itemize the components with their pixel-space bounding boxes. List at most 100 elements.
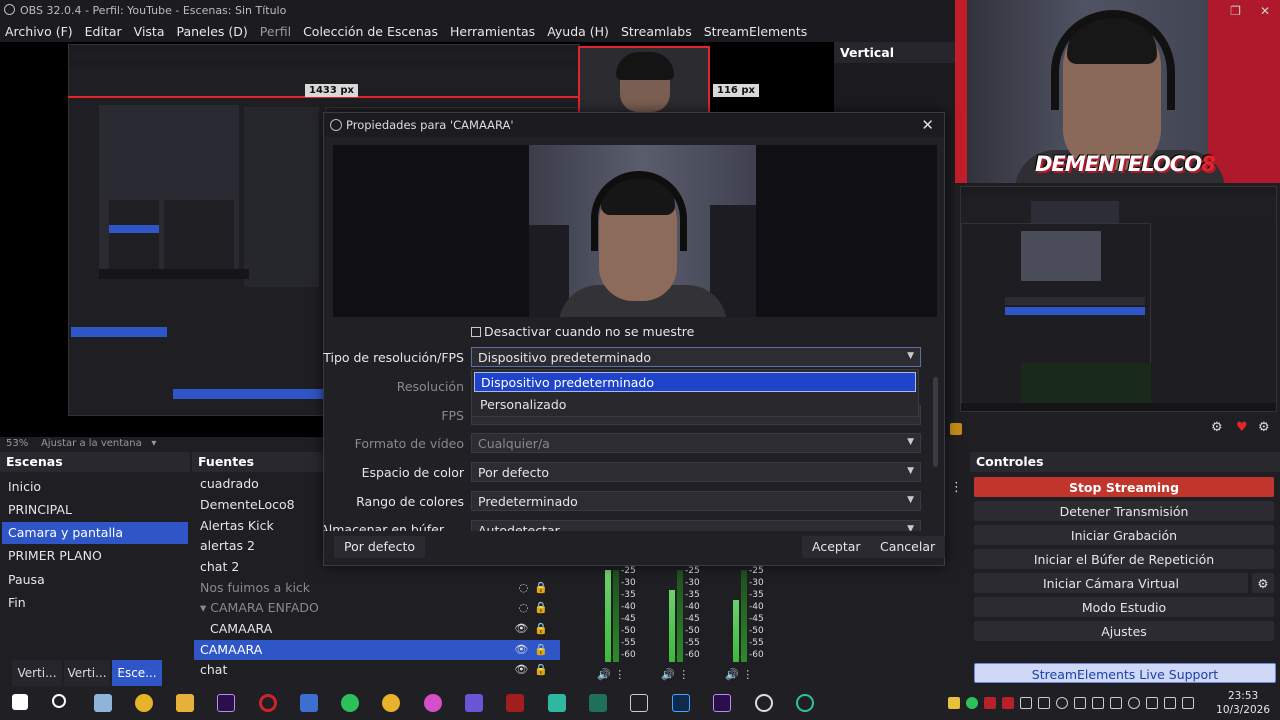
tab-vertical-1[interactable]: Verti...	[12, 660, 62, 686]
source-group-item[interactable]: ▾ CAMARA ENFADO ◌🔒	[194, 598, 560, 618]
scene-item[interactable]: Inicio	[2, 476, 188, 498]
tray-icon[interactable]	[1056, 697, 1068, 709]
heart-icon[interactable]: ♥	[1236, 420, 1248, 435]
scene-item[interactable]: PRINCIPAL	[2, 499, 188, 521]
app-icon[interactable]	[548, 694, 566, 712]
speaker-icon[interactable]: 🔊 ⋮	[725, 668, 753, 681]
folder-icon[interactable]	[950, 423, 962, 435]
selected-source-box[interactable]	[578, 46, 710, 114]
tray-icon[interactable]	[1146, 697, 1158, 709]
calculator-icon[interactable]	[300, 694, 318, 712]
windows-start-icon[interactable]	[12, 694, 28, 710]
tray-icon[interactable]	[1002, 697, 1014, 709]
settings-button[interactable]: Ajustes	[974, 621, 1274, 641]
app-icon[interactable]	[424, 694, 442, 712]
tab-scenes[interactable]: Esce...	[112, 660, 162, 686]
close-icon[interactable]: ✕	[921, 116, 934, 134]
menu-coleccion-escenas[interactable]: Colección de Escenas	[303, 24, 438, 39]
tray-icon[interactable]	[1092, 697, 1104, 709]
accept-button[interactable]: Aceptar	[802, 536, 871, 558]
chevron-down-icon[interactable]: ▾	[145, 438, 156, 449]
scene-item[interactable]: PRIMER PLANO	[2, 545, 188, 567]
tray-icon[interactable]	[1164, 697, 1176, 709]
scene-item[interactable]: Fin	[2, 592, 188, 614]
streamelements-support-button[interactable]: StreamElements Live Support	[974, 663, 1276, 683]
dropdown-option-custom[interactable]: Personalizado	[474, 395, 916, 415]
search-icon[interactable]	[52, 694, 66, 708]
folder-icon[interactable]	[176, 694, 194, 712]
source-item[interactable]: CAMAARA 👁🔒	[194, 619, 560, 639]
eye-lock-icons[interactable]: 👁🔒	[514, 622, 554, 635]
visibility-lock-icons[interactable]: ◌🔒	[519, 601, 554, 614]
photoshop-icon[interactable]	[672, 694, 690, 712]
dropdown-option-default[interactable]: Dispositivo predeterminado	[474, 372, 916, 392]
tray-icon[interactable]	[1128, 697, 1140, 709]
stop-broadcast-button[interactable]: Detener Transmisión	[974, 501, 1274, 521]
start-virtual-camera-button[interactable]: Iniciar Cámara Virtual	[974, 573, 1248, 593]
app-icon[interactable]	[465, 694, 483, 712]
app-icon[interactable]	[796, 694, 814, 712]
cancel-button[interactable]: Cancelar	[870, 536, 946, 558]
premiere-icon[interactable]	[217, 694, 235, 712]
obs-icon[interactable]	[755, 694, 773, 712]
app-icon[interactable]	[94, 694, 112, 712]
tray-icon[interactable]	[1038, 697, 1050, 709]
app-icon[interactable]	[589, 694, 607, 712]
menu-streamelements[interactable]: StreamElements	[704, 24, 808, 39]
speaker-icon[interactable]: 🔊 ⋮	[661, 668, 689, 681]
premiere-icon[interactable]	[713, 694, 731, 712]
dialog-scrollbar[interactable]	[933, 377, 938, 467]
chrome-icon[interactable]	[135, 694, 153, 712]
menu-herramientas[interactable]: Herramientas	[450, 24, 535, 39]
taskbar-clock[interactable]: 23:53 10/3/2026	[1216, 689, 1270, 717]
source-item[interactable]: chat 👁🔒	[194, 660, 560, 680]
start-replay-buffer-button[interactable]: Iniciar el Búfer de Repetición	[974, 549, 1274, 569]
more-options-icon[interactable]: ⋮	[950, 480, 963, 495]
zoom-fit-label[interactable]: Ajustar a la ventana	[41, 438, 142, 449]
settings-gear-icon[interactable]: ⚙	[1211, 420, 1223, 435]
visibility-lock-icons[interactable]: ◌🔒	[519, 581, 554, 594]
tray-icon[interactable]	[1182, 697, 1194, 709]
tray-icon[interactable]	[1074, 697, 1086, 709]
video-format-select[interactable]: Cualquier/a ▼	[471, 433, 921, 453]
menu-editar[interactable]: Editar	[85, 24, 122, 39]
tray-icon[interactable]	[966, 697, 978, 709]
menu-perfil[interactable]: Perfil	[260, 24, 291, 39]
speaker-icon[interactable]: 🔊 ⋮	[597, 668, 625, 681]
tray-icon[interactable]	[984, 697, 996, 709]
eye-lock-icons[interactable]: 👁🔒	[514, 643, 554, 656]
defaults-button[interactable]: Por defecto	[334, 536, 425, 558]
zoom-percent[interactable]: 53%	[6, 438, 28, 449]
source-item-hidden[interactable]: Nos fuimos a kick ◌🔒	[194, 578, 560, 598]
start-recording-button[interactable]: Iniciar Grabación	[974, 525, 1274, 545]
eye-lock-icons[interactable]: 👁🔒	[514, 663, 554, 676]
whatsapp-icon[interactable]	[341, 694, 359, 712]
opera-icon[interactable]	[259, 694, 277, 712]
maximize-icon[interactable]: ❐	[1230, 4, 1241, 18]
studio-mode-button[interactable]: Modo Estudio	[974, 597, 1274, 617]
stop-streaming-button[interactable]: Stop Streaming	[974, 477, 1274, 497]
menu-archivo[interactable]: Archivo (F)	[5, 24, 73, 39]
chevron-down-icon[interactable]: ▾	[200, 600, 210, 615]
menu-vista[interactable]: Vista	[134, 24, 165, 39]
deactivate-checkbox[interactable]	[471, 327, 481, 337]
app-icon[interactable]	[506, 694, 524, 712]
menu-paneles[interactable]: Paneles (D)	[177, 24, 248, 39]
source-item-selected[interactable]: CAMAARA 👁🔒	[194, 640, 560, 660]
menu-ayuda[interactable]: Ayuda (H)	[547, 24, 609, 39]
virtual-camera-settings-icon[interactable]: ⚙	[1252, 573, 1274, 593]
scene-item-selected[interactable]: Camara y pantalla	[2, 522, 188, 544]
tab-vertical-2[interactable]: Verti...	[64, 660, 110, 686]
menu-streamlabs[interactable]: Streamlabs	[621, 24, 692, 39]
res-type-select[interactable]: Dispositivo predeterminado ▼	[471, 347, 921, 367]
app-icon[interactable]	[630, 694, 648, 712]
color-range-select[interactable]: Predeterminado ▼	[471, 491, 921, 511]
tray-icon[interactable]	[948, 697, 960, 709]
tray-icon[interactable]	[1020, 697, 1032, 709]
buffer-select[interactable]: Autodetectar ▼	[471, 520, 921, 531]
color-space-select[interactable]: Por defecto ▼	[471, 462, 921, 482]
scene-item[interactable]: Pausa	[2, 569, 188, 591]
close-window-icon[interactable]: ✕	[1260, 4, 1270, 18]
chrome-icon[interactable]	[382, 694, 400, 712]
gear-icon[interactable]: ⚙	[1258, 420, 1270, 435]
